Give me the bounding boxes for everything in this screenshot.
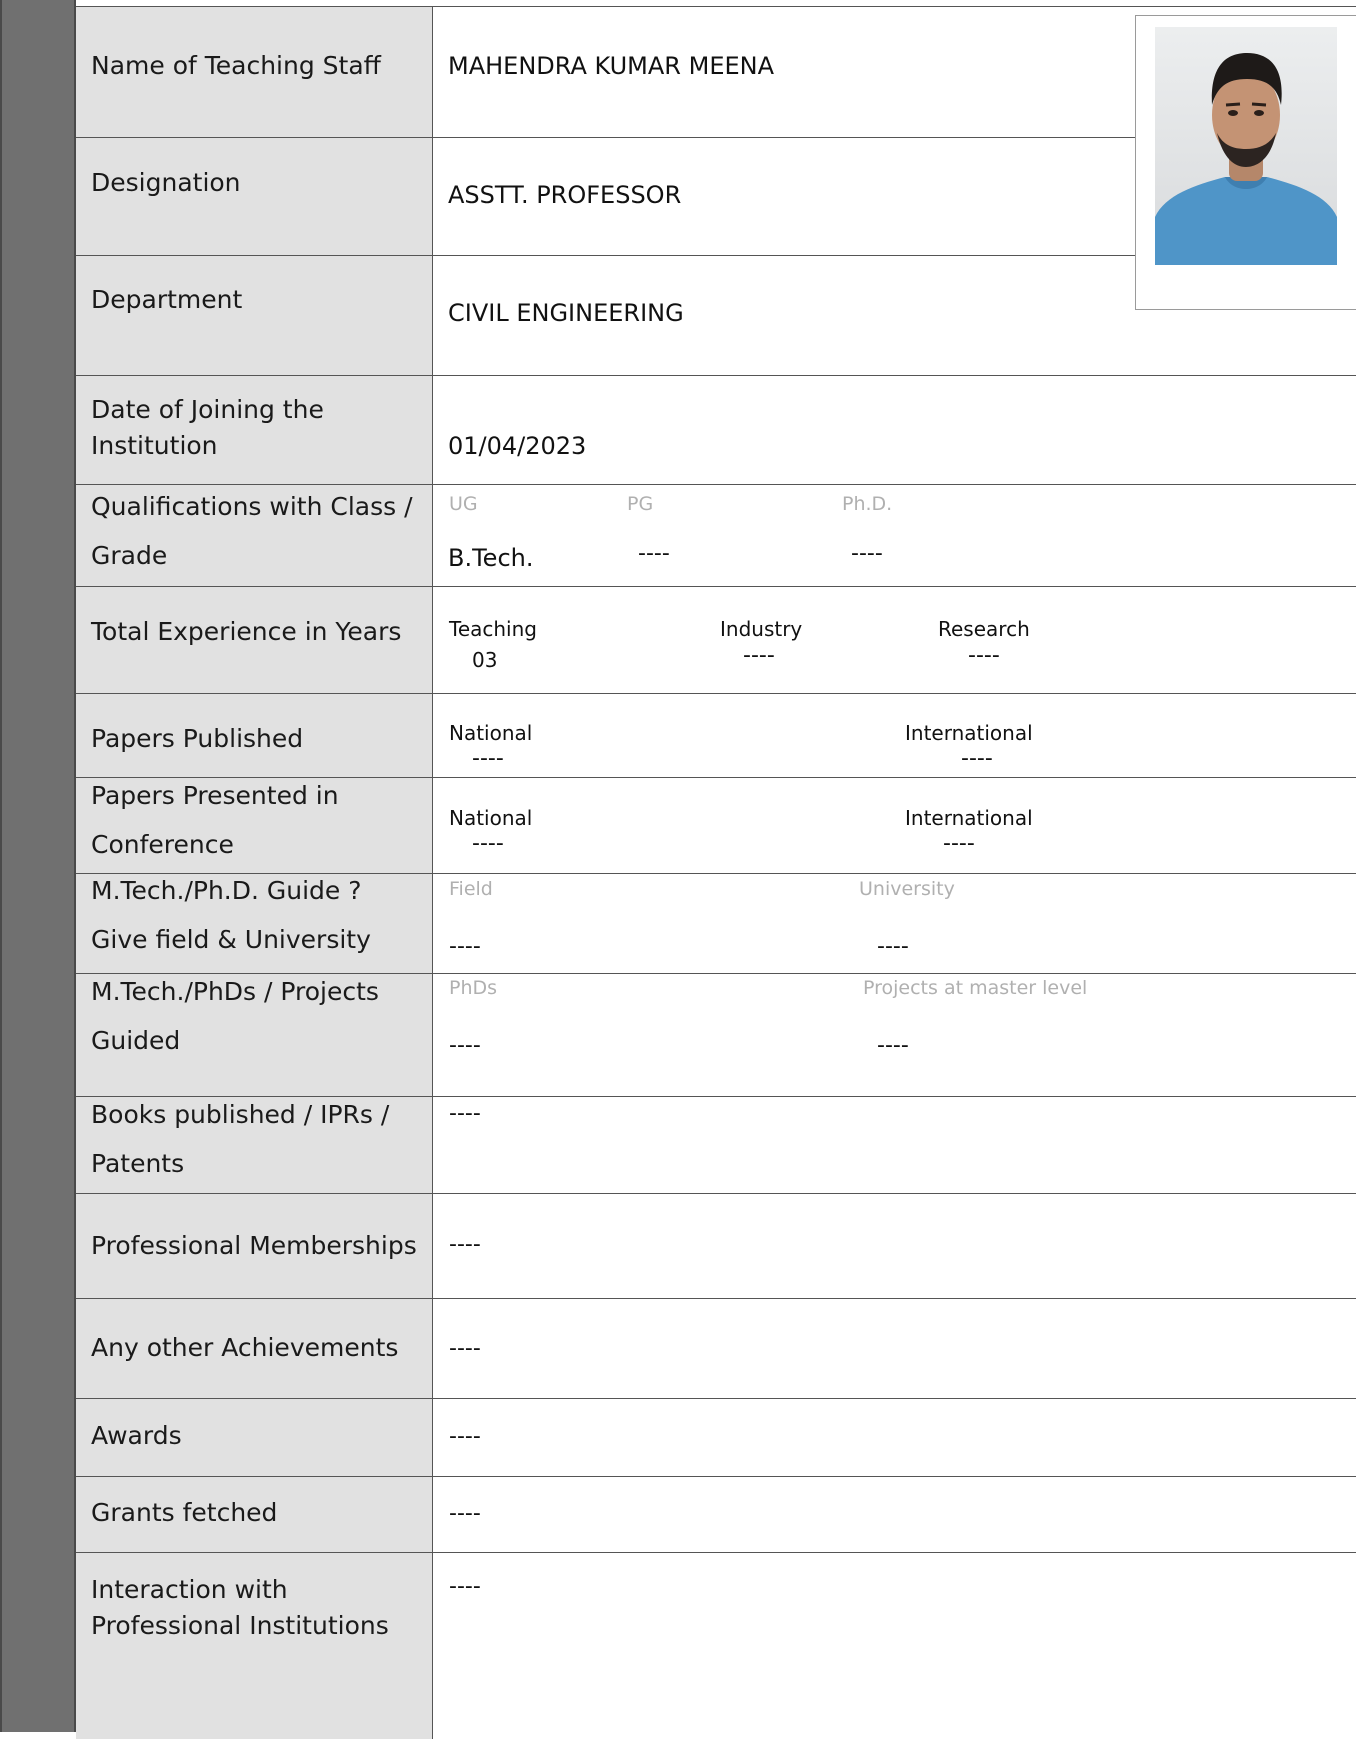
row-achievements: Any other Achievements ---- — [76, 1299, 1356, 1399]
label-cell: Interaction with Professional Institutio… — [76, 1553, 433, 1739]
label-cell: Department — [76, 256, 433, 375]
field-value: ---- — [449, 934, 481, 959]
awards-value: ---- — [449, 1424, 481, 1449]
row-grants: Grants fetched ---- — [76, 1477, 1356, 1553]
department-value: CIVIL ENGINEERING — [448, 299, 684, 327]
row-papers-published: Papers Published National International … — [76, 694, 1356, 778]
row-interaction: Interaction with Professional Institutio… — [76, 1553, 1356, 1739]
projects-value: ---- — [877, 1033, 909, 1058]
phd-header: Ph.D. — [842, 493, 893, 515]
label-cell: Books published / IPRs / Patents — [76, 1097, 433, 1193]
published-national-value: ---- — [472, 746, 504, 771]
memberships-label: Professional Memberships — [91, 1231, 417, 1260]
awards-label: Awards — [91, 1421, 182, 1450]
phds-value: ---- — [449, 1033, 481, 1058]
pg-header: PG — [627, 493, 654, 515]
row-awards: Awards ---- — [76, 1399, 1356, 1477]
memberships-value: ---- — [449, 1232, 481, 1257]
row-guide: M.Tech./Ph.D. Guide ? Give field & Unive… — [76, 874, 1356, 974]
label-cell: Total Experience in Years — [76, 587, 433, 693]
qualifications-label: Qualifications with Class / Grade — [91, 492, 413, 570]
joining-label: Date of Joining the Institution — [91, 395, 324, 460]
staff-name: MAHENDRA KUMAR MEENA — [448, 52, 775, 80]
phd-value: ---- — [851, 541, 883, 566]
teaching-years: 03 — [472, 648, 498, 672]
row-joining-date: Date of Joining the Institution 01/04/20… — [76, 376, 1356, 485]
university-header: University — [859, 878, 955, 900]
label-cell: Any other Achievements — [76, 1299, 433, 1398]
joining-date-value: 01/04/2023 — [448, 432, 587, 460]
label-cell: Grants fetched — [76, 1477, 433, 1552]
row-experience: Total Experience in Years Teaching Indus… — [76, 587, 1356, 694]
label-cell: Awards — [76, 1399, 433, 1476]
label-cell: M.Tech./PhDs / Projects Guided — [76, 974, 433, 1096]
presented-international-header: International — [905, 806, 1033, 830]
label-cell: Name of Teaching Staff — [76, 7, 433, 137]
label-cell: Qualifications with Class / Grade — [76, 485, 433, 586]
presented-national-value: ---- — [472, 831, 504, 856]
papers-published-label: Papers Published — [91, 724, 304, 753]
industry-header: Industry — [720, 617, 803, 641]
grants-label: Grants fetched — [91, 1498, 278, 1527]
guided-label: M.Tech./PhDs / Projects Guided — [91, 977, 379, 1055]
interaction-label: Interaction with Professional Institutio… — [91, 1575, 389, 1640]
person-photo-icon — [1155, 27, 1337, 265]
left-side-bar — [0, 0, 76, 1732]
guide-label: M.Tech./Ph.D. Guide ? Give field & Unive… — [91, 876, 371, 954]
row-books: Books published / IPRs / Patents ---- — [76, 1097, 1356, 1194]
staff-photo-frame — [1135, 15, 1356, 310]
ug-value: B.Tech. — [448, 544, 534, 572]
books-value: ---- — [449, 1101, 481, 1126]
label-cell: Designation — [76, 138, 433, 255]
name-label: Name of Teaching Staff — [91, 51, 381, 80]
label-cell: M.Tech./Ph.D. Guide ? Give field & Unive… — [76, 874, 433, 973]
row-memberships: Professional Memberships ---- — [76, 1194, 1356, 1299]
books-label: Books published / IPRs / Patents — [91, 1100, 390, 1178]
label-cell: Professional Memberships — [76, 1194, 433, 1298]
experience-label: Total Experience in Years — [91, 617, 402, 646]
phds-header: PhDs — [449, 977, 498, 999]
achievements-value: ---- — [449, 1336, 481, 1361]
presented-national-header: National — [449, 806, 533, 830]
ug-header: UG — [449, 493, 478, 515]
grants-value: ---- — [449, 1501, 481, 1526]
field-header: Field — [449, 878, 493, 900]
achievements-label: Any other Achievements — [91, 1333, 399, 1362]
papers-presented-label: Papers Presented in Conference — [91, 781, 339, 859]
interaction-value: ---- — [449, 1574, 481, 1599]
row-guided: M.Tech./PhDs / Projects Guided PhDs Proj… — [76, 974, 1356, 1097]
university-value: ---- — [877, 934, 909, 959]
published-international-value: ---- — [961, 746, 993, 771]
research-years: ---- — [968, 643, 1000, 668]
department-label: Department — [91, 285, 243, 314]
projects-header: Projects at master level — [863, 977, 1088, 999]
presented-international-value: ---- — [943, 831, 975, 856]
teaching-header: Teaching — [449, 617, 537, 641]
row-qualifications: Qualifications with Class / Grade UG PG … — [76, 485, 1356, 587]
label-cell: Papers Presented in Conference — [76, 778, 433, 873]
designation-label: Designation — [91, 168, 241, 197]
label-cell: Papers Published — [76, 694, 433, 777]
label-cell: Date of Joining the Institution — [76, 376, 433, 484]
row-papers-presented: Papers Presented in Conference National … — [76, 778, 1356, 874]
industry-years: ---- — [743, 643, 775, 668]
pg-value: ---- — [638, 541, 670, 566]
published-national-header: National — [449, 721, 533, 745]
designation-value: ASSTT. PROFESSOR — [448, 181, 682, 209]
research-header: Research — [938, 617, 1030, 641]
published-international-header: International — [905, 721, 1033, 745]
